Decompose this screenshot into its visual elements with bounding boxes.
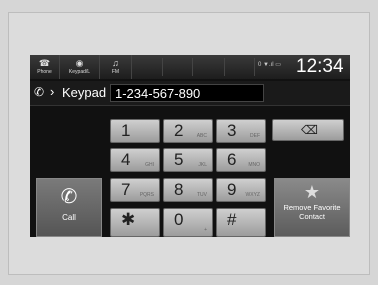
key-2[interactable]: 2 ABC — [163, 119, 213, 143]
key-digit: 5 — [174, 150, 184, 169]
keypad-tab-button[interactable]: ◉ Keypad/L — [60, 55, 100, 79]
key-digit: 9 — [227, 180, 237, 199]
remove-favorite-button[interactable]: ★ Remove Favorite Contact — [274, 178, 350, 237]
key-digit: # — [227, 210, 237, 229]
keypad-header: ✆ › Keypad 1-234-567-890 — [30, 81, 350, 106]
key-letters: PQRS — [139, 192, 154, 198]
fm-button[interactable]: ♫ FM — [100, 55, 132, 79]
key-letters: MNO — [248, 162, 260, 168]
dialed-number: 1-234-567-890 — [115, 86, 201, 101]
status-divider — [224, 58, 225, 76]
status-divider — [162, 58, 163, 76]
key-letters: DEF — [250, 133, 260, 139]
head-unit-screen: ☎ Phone ◉ Keypad/L ♫ FM 0 ▼.ıl ▭ 12:34 ✆… — [30, 55, 350, 237]
key-3[interactable]: 3 DEF — [216, 119, 266, 143]
key-digit: 4 — [121, 150, 131, 169]
key-letters: + — [204, 227, 207, 233]
key-1[interactable]: 1 — [110, 119, 160, 143]
star-icon: ★ — [303, 182, 321, 202]
key-digit: 3 — [227, 121, 237, 140]
keypad-icon: ◉ — [75, 58, 84, 68]
key-letters: TUV — [197, 192, 207, 198]
status-divider — [192, 58, 193, 76]
backspace-icon: ⌫ — [301, 123, 318, 137]
key-digit: 1 — [121, 121, 131, 140]
backspace-button[interactable]: ⌫ — [272, 119, 344, 141]
phone-handset-icon: ✆ — [34, 85, 45, 99]
page-title: Keypad — [62, 85, 107, 100]
call-button[interactable]: ✆ Call — [36, 178, 102, 237]
status-bar: ☎ Phone ◉ Keypad/L ♫ FM 0 ▼.ıl ▭ 12:34 — [30, 55, 350, 79]
key-7[interactable]: 7 PQRS — [110, 178, 160, 202]
phone-label: Phone — [37, 69, 52, 75]
key-digit: 6 — [227, 150, 237, 169]
key-letters: JKL — [198, 162, 207, 168]
key-6[interactable]: 6 MNO — [216, 148, 266, 172]
key-letters: ABC — [196, 133, 207, 139]
key-letters: GHI — [145, 162, 154, 168]
key-digit: 0 — [174, 210, 184, 229]
key-0[interactable]: 0 + — [163, 208, 213, 237]
keypad-tab-label: Keypad/L — [68, 69, 91, 75]
key-star[interactable]: ✱ — [110, 208, 160, 237]
call-label: Call — [62, 213, 76, 222]
key-digit: 8 — [174, 180, 184, 199]
fm-label: FM — [111, 69, 120, 75]
phone-button[interactable]: ☎ Phone — [30, 55, 60, 79]
key-4[interactable]: 4 GHI — [110, 148, 160, 172]
key-hash[interactable]: # — [216, 208, 266, 237]
chevron-right-icon: › — [50, 84, 55, 99]
key-letters: WXYZ — [245, 192, 260, 198]
radio-icon: ♫ — [112, 58, 119, 68]
key-digit: 2 — [174, 121, 184, 140]
key-digit: 7 — [121, 180, 131, 199]
signal-battery-icon: 0 ▼.ıl ▭ — [258, 62, 281, 68]
key-digit: ✱ — [121, 210, 136, 229]
phone-handset-icon: ✆ — [60, 186, 78, 208]
clock: 12:34 — [296, 56, 344, 77]
status-divider — [254, 58, 255, 76]
key-8[interactable]: 8 TUV — [163, 178, 213, 202]
remove-favorite-label: Remove Favorite Contact — [283, 203, 341, 221]
key-9[interactable]: 9 WXYZ — [216, 178, 266, 202]
dialed-number-field[interactable]: 1-234-567-890 — [110, 84, 264, 102]
phone-icon: ☎ — [38, 58, 51, 68]
key-5[interactable]: 5 JKL — [163, 148, 213, 172]
